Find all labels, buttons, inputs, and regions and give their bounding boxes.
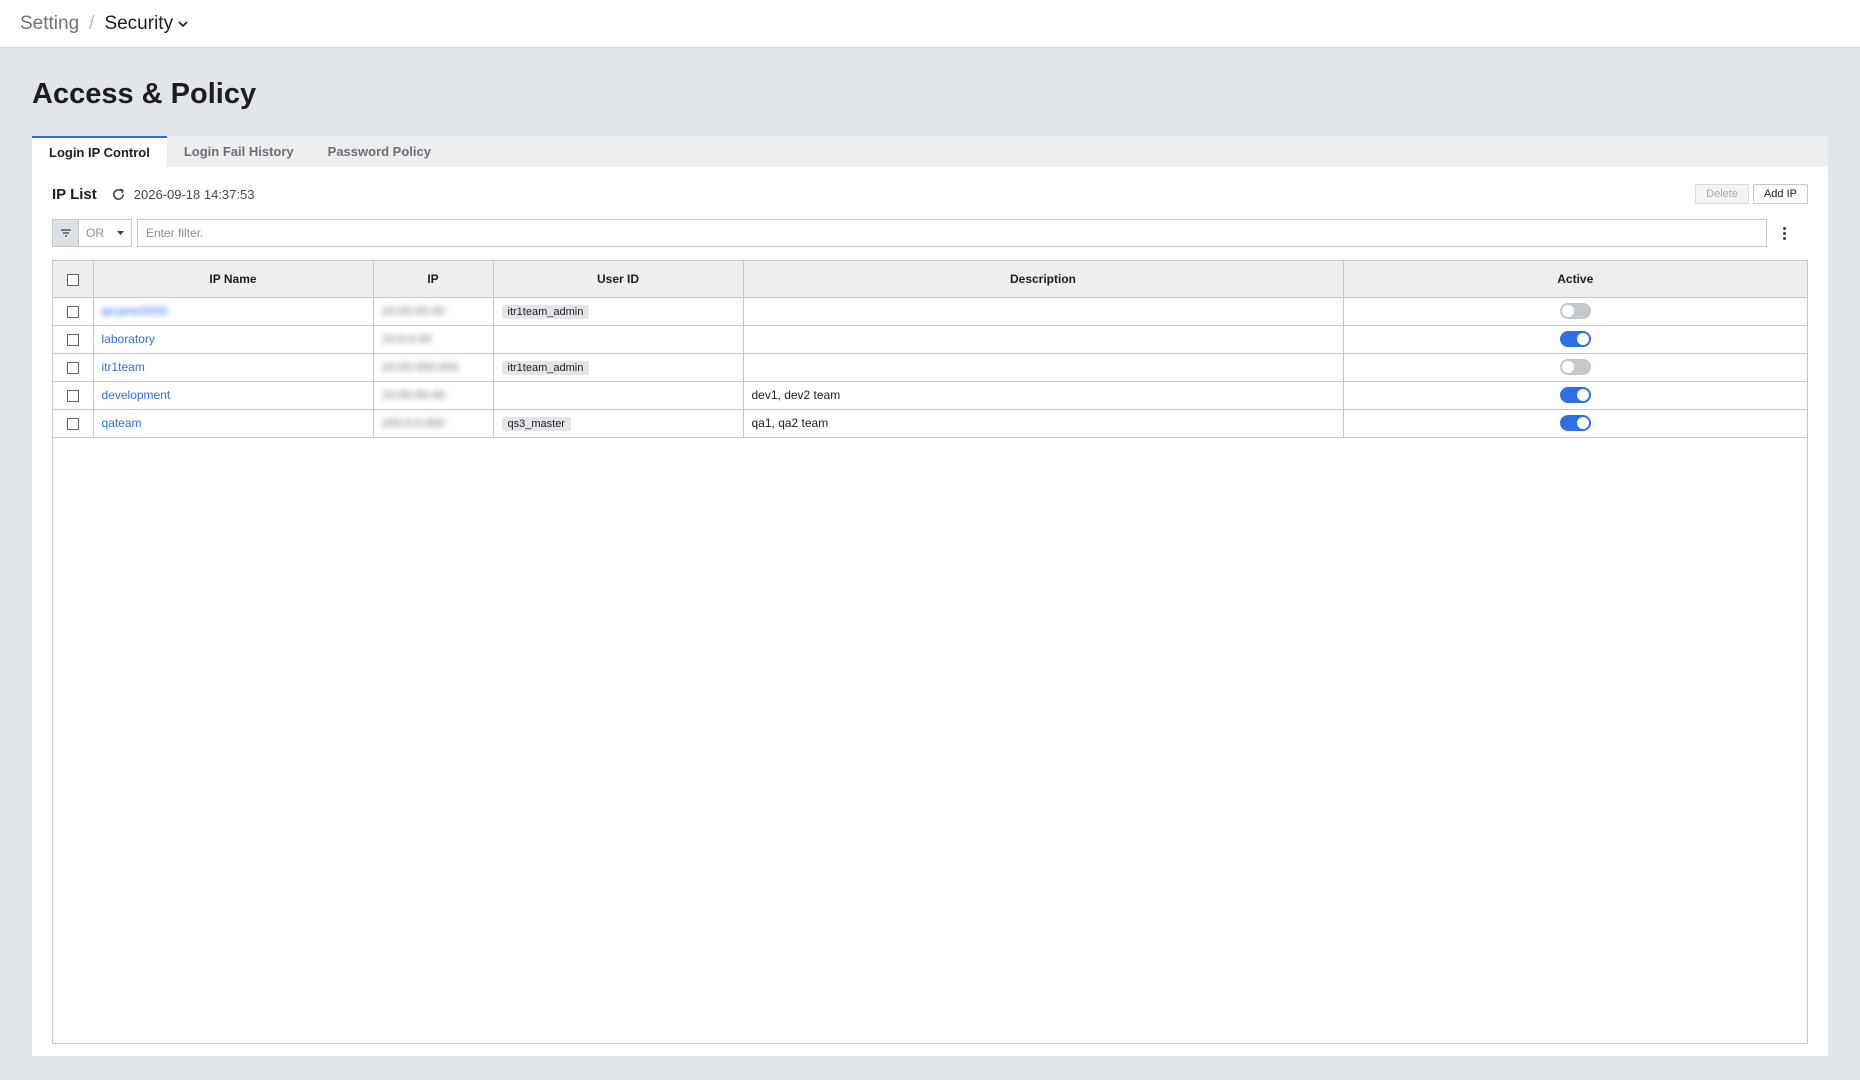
- breadcrumb-root[interactable]: Setting: [20, 13, 79, 35]
- column-header-ip-name[interactable]: IP Name: [93, 261, 374, 298]
- chevron-down-icon: [178, 21, 188, 28]
- ip-name-cell: qateam: [93, 409, 374, 438]
- active-toggle[interactable]: [1559, 303, 1591, 319]
- ip-cell: 100.0.0.000: [373, 409, 494, 438]
- tab-password-policy[interactable]: Password Policy: [311, 136, 448, 167]
- select-all-cell: [53, 261, 94, 298]
- active-toggle[interactable]: [1559, 387, 1591, 403]
- ip-list-header: IP List 2026-09-18 14:37:53 Delete Add I…: [52, 183, 1808, 205]
- ip-name-link[interactable]: laboratory: [102, 332, 155, 346]
- ip-name-link[interactable]: ipname0000: [102, 304, 168, 318]
- row-checkbox[interactable]: [66, 361, 79, 374]
- column-header-ip[interactable]: IP: [373, 261, 494, 298]
- table-header-row: IP Name IP User ID Description Active: [53, 261, 1807, 298]
- description-cell: [743, 353, 1344, 382]
- add-ip-button[interactable]: Add IP: [1752, 184, 1808, 204]
- top-bar: Setting / Security: [0, 0, 1860, 48]
- user-id-cell: itr1team_admin: [493, 297, 744, 326]
- ip-value: 100.0.0.000: [381, 416, 445, 430]
- ip-value: 10.0.0.00: [381, 332, 432, 346]
- user-id-chip: qs3_master: [501, 416, 571, 431]
- last-refreshed-timestamp: 2026-09-18 14:37:53: [133, 186, 255, 202]
- row-checkbox[interactable]: [66, 305, 79, 318]
- ip-name-cell: ipname0000: [93, 297, 374, 326]
- ip-name-link[interactable]: qateam: [102, 416, 142, 430]
- column-header-active[interactable]: Active: [1343, 261, 1807, 298]
- table-row: laboratory 10.0.0.00: [53, 325, 1807, 354]
- ip-name-cell: laboratory: [93, 325, 374, 354]
- caret-down-icon: [117, 230, 124, 235]
- filter-operator-select[interactable]: OR: [79, 219, 132, 247]
- ip-cell: 10.00.00.00: [373, 381, 494, 410]
- ip-value: 10.00.000.000: [381, 360, 459, 374]
- active-cell: [1343, 353, 1807, 382]
- user-id-chip: itr1team_admin: [501, 360, 590, 375]
- description-cell: [743, 325, 1344, 354]
- content-card: Login IP Control Login Fail History Pass…: [32, 136, 1828, 1056]
- description-cell: [743, 297, 1344, 326]
- ip-cell: 10.0.0.00: [373, 325, 494, 354]
- ip-name-cell: itr1team: [93, 353, 374, 382]
- ip-list-title: IP List: [52, 185, 97, 203]
- active-cell: [1343, 297, 1807, 326]
- user-id-chip: itr1team_admin: [501, 304, 590, 319]
- table-row: ipname0000 10.00.00.00 itr1team_admin: [53, 297, 1807, 326]
- user-id-cell: [493, 325, 744, 354]
- select-all-checkbox[interactable]: [66, 273, 79, 286]
- filter-operator-value: OR: [86, 226, 104, 240]
- user-id-cell: qs3_master: [493, 409, 744, 438]
- column-header-description[interactable]: Description: [743, 261, 1344, 298]
- filter-input[interactable]: [137, 219, 1767, 247]
- active-cell: [1343, 409, 1807, 438]
- row-checkbox[interactable]: [66, 417, 79, 430]
- ip-cell: 10.00.00.00: [373, 297, 494, 326]
- ip-value: 10.00.00.00: [381, 304, 445, 318]
- active-toggle[interactable]: [1559, 415, 1591, 431]
- table-row: qateam 100.0.0.000 qs3_master qa1, qa2 t…: [53, 409, 1807, 438]
- description-cell: qa1, qa2 team: [743, 409, 1344, 438]
- table-row: itr1team 10.00.000.000 itr1team_admin: [53, 353, 1807, 382]
- table-row: development 10.00.00.00 dev1, dev2 team: [53, 381, 1807, 410]
- ip-list-panel: IP List 2026-09-18 14:37:53 Delete Add I…: [52, 167, 1808, 1046]
- page-title: Access & Policy: [32, 78, 257, 110]
- filter-icon[interactable]: [52, 219, 79, 247]
- more-options-icon[interactable]: [1779, 223, 1790, 244]
- tab-login-fail-history[interactable]: Login Fail History: [167, 136, 311, 167]
- active-toggle[interactable]: [1559, 331, 1591, 347]
- ip-table: IP Name IP User ID Description Active ip…: [53, 261, 1807, 438]
- active-cell: [1343, 381, 1807, 410]
- breadcrumb-current-label: Security: [104, 12, 174, 34]
- breadcrumb-current-dropdown[interactable]: Security: [104, 13, 188, 35]
- tab-login-ip-control[interactable]: Login IP Control: [32, 136, 167, 167]
- ip-cell: 10.00.000.000: [373, 353, 494, 382]
- delete-button[interactable]: Delete: [1695, 184, 1749, 204]
- tab-bar: Login IP Control Login Fail History Pass…: [32, 136, 1828, 167]
- row-checkbox[interactable]: [66, 333, 79, 346]
- active-cell: [1343, 325, 1807, 354]
- ip-value: 10.00.00.00: [381, 388, 445, 402]
- refresh-icon[interactable]: [111, 187, 126, 202]
- row-checkbox[interactable]: [66, 389, 79, 402]
- filter-bar: OR: [52, 219, 1808, 247]
- user-id-cell: [493, 381, 744, 410]
- ip-name-link[interactable]: itr1team: [102, 360, 145, 374]
- ip-name-link[interactable]: development: [102, 388, 171, 402]
- user-id-cell: itr1team_admin: [493, 353, 744, 382]
- column-header-user-id[interactable]: User ID: [493, 261, 744, 298]
- ip-name-cell: development: [93, 381, 374, 410]
- description-cell: dev1, dev2 team: [743, 381, 1344, 410]
- active-toggle[interactable]: [1559, 359, 1591, 375]
- ip-table-container: IP Name IP User ID Description Active ip…: [52, 260, 1808, 1044]
- breadcrumb-separator: /: [89, 12, 95, 34]
